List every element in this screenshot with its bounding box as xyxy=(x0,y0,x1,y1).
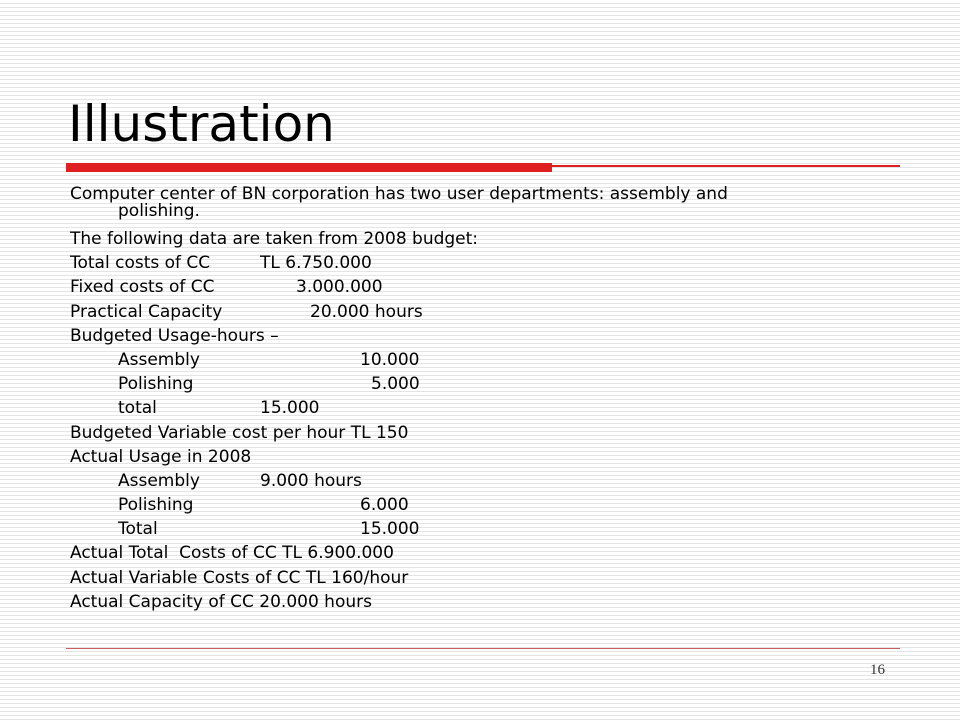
slide-title: Illustration xyxy=(68,95,335,153)
practical-capacity-label: Practical Capacity xyxy=(70,301,223,322)
title-underline-thick xyxy=(66,163,552,172)
actual-capacity: Actual Capacity of CC 20.000 hours xyxy=(70,591,372,612)
actual-usage-label: Polishing xyxy=(118,495,194,516)
slide: Illustration Computer center of BN corpo… xyxy=(0,0,960,720)
total-costs-value: TL 6.750.000 xyxy=(260,253,372,274)
actual-usage-row: Polishing 6.000 xyxy=(70,493,860,517)
budgeted-usage-value: 5.000 xyxy=(371,374,420,395)
budgeted-usage-value: 10.000 xyxy=(360,349,420,370)
footer-divider xyxy=(66,648,900,649)
actual-usage-value: 15.000 xyxy=(360,519,420,540)
page-number: 16 xyxy=(870,662,885,678)
budgeted-variable-cost: Budgeted Variable cost per hour TL 150 xyxy=(70,422,409,443)
actual-usage-value: 9.000 hours xyxy=(260,470,362,491)
fixed-costs-label: Fixed costs of CC xyxy=(70,277,215,298)
budgeted-usage-heading: Budgeted Usage-hours – xyxy=(70,325,279,346)
budgeted-usage-row: Assembly 10.000 xyxy=(70,348,860,372)
actual-usage-label: Assembly xyxy=(118,470,200,491)
budgeted-usage-row: Polishing 5.000 xyxy=(70,372,860,396)
actual-usage-value: 6.000 xyxy=(360,495,409,516)
budgeted-usage-label: Polishing xyxy=(118,374,194,395)
fixed-costs-value: 3.000.000 xyxy=(296,277,383,298)
intro-line-2: polishing. xyxy=(118,201,200,221)
budget-intro: The following data are taken from 2008 b… xyxy=(70,229,479,249)
title-underline-thin xyxy=(552,165,900,167)
actual-usage-heading: Actual Usage in 2008 xyxy=(70,446,252,467)
actual-usage-label: Total xyxy=(118,519,158,540)
fixed-costs-row: Fixed costs of CC 3.000.000 xyxy=(70,275,860,299)
actual-variable-costs: Actual Variable Costs of CC TL 160/hour xyxy=(70,567,409,588)
practical-capacity-row: Practical Capacity 20.000 hours xyxy=(70,300,860,324)
budgeted-usage-label: total xyxy=(118,398,157,419)
actual-total-costs: Actual Total Costs of CC TL 6.900.000 xyxy=(70,543,394,564)
total-costs-label: Total costs of CC xyxy=(70,253,211,274)
actual-usage-row: Total 15.000 xyxy=(70,517,860,541)
actual-usage-row: Assembly 9.000 hours xyxy=(70,469,860,493)
budgeted-usage-label: Assembly xyxy=(118,349,200,370)
slide-body: Computer center of BN corporation has tw… xyxy=(70,186,860,614)
budgeted-usage-row: total 15.000 xyxy=(70,396,860,420)
intro-paragraph: Computer center of BN corporation has tw… xyxy=(70,186,860,220)
practical-capacity-value: 20.000 hours xyxy=(310,301,423,322)
total-costs-row: Total costs of CC TL 6.750.000 xyxy=(70,251,860,275)
budgeted-usage-value: 15.000 xyxy=(260,398,320,419)
